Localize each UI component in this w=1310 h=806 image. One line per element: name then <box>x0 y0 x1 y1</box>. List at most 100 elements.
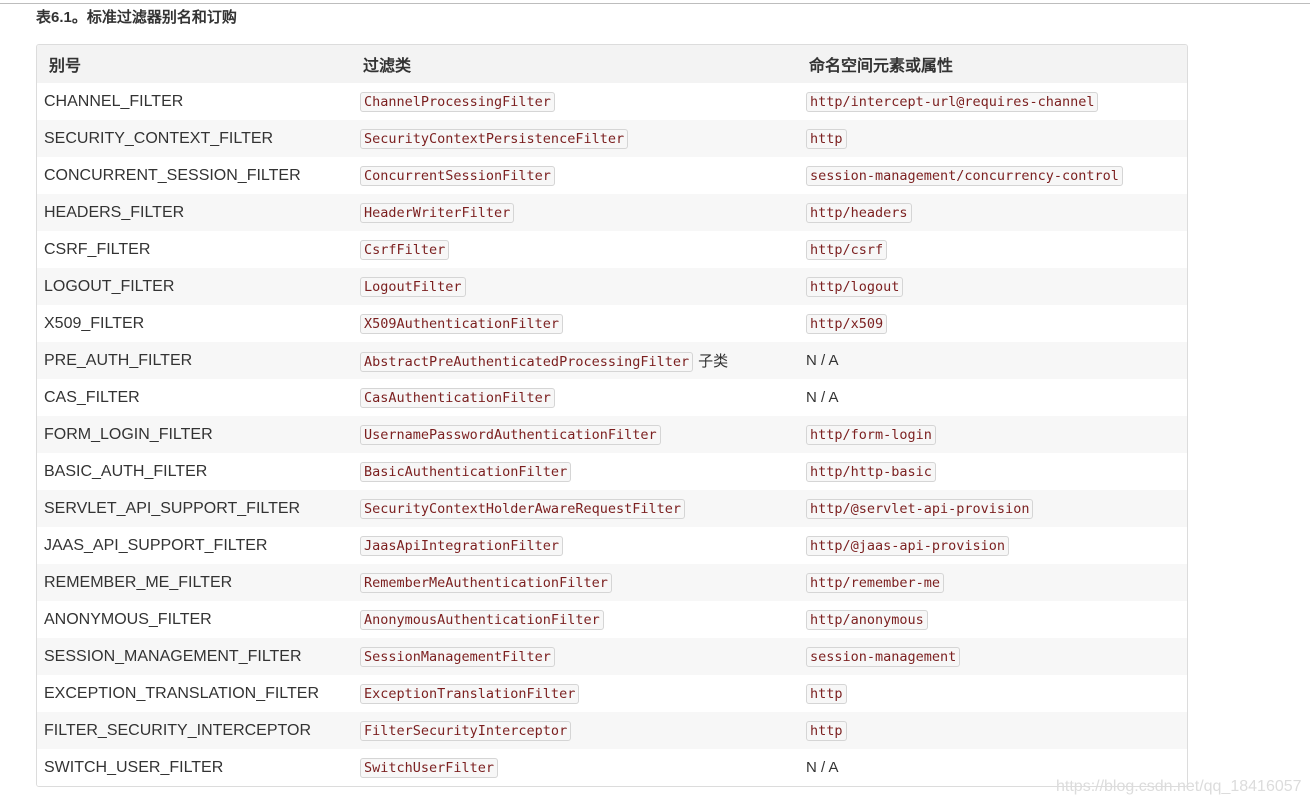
alias-cell: CONCURRENT_SESSION_FILTER <box>37 157 360 194</box>
alias-cell: PRE_AUTH_FILTER <box>37 342 360 379</box>
filter-class-cell: UsernamePasswordAuthenticationFilter <box>360 416 806 453</box>
namespace-code: session-management/concurrency-control <box>806 165 1123 186</box>
filter-class-code: RememberMeAuthenticationFilter <box>360 572 612 593</box>
filter-class-cell: X509AuthenticationFilter <box>360 305 806 342</box>
filter-class-code: FilterSecurityInterceptor <box>360 720 572 741</box>
filter-class-cell: SecurityContextPersistenceFilter <box>360 120 806 157</box>
table-row: CAS_FILTER CasAuthenticationFilter N / A <box>37 379 1187 416</box>
table-row: CONCURRENT_SESSION_FILTER ConcurrentSessi… <box>37 157 1187 194</box>
table-caption: 表6.1。标准过滤器别名和订购 <box>36 9 237 26</box>
filter-class-cell: CsrfFilter <box>360 231 806 268</box>
filter-class-code: UsernamePasswordAuthenticationFilter <box>360 424 661 445</box>
namespace-code: http/@jaas-api-provision <box>806 535 1010 556</box>
namespace-code: http <box>806 720 847 741</box>
table-row: EXCEPTION_TRANSLATION_FILTER ExceptionTra… <box>37 675 1187 712</box>
filter-class-code: AnonymousAuthenticationFilter <box>360 609 604 630</box>
alias-cell: CAS_FILTER <box>37 379 360 416</box>
filter-class-cell: AnonymousAuthenticationFilter <box>360 601 806 638</box>
alias-cell: SESSION_MANAGEMENT_FILTER <box>37 638 360 675</box>
alias-cell: ANONYMOUS_FILTER <box>37 601 360 638</box>
namespace-code: http <box>806 128 847 149</box>
header-alias: 别号 <box>37 45 360 83</box>
filter-class-code: ConcurrentSessionFilter <box>360 165 555 186</box>
filter-class-code: SecurityContextHolderAwareRequestFilter <box>360 498 685 519</box>
namespace-cell: session-management <box>806 638 1187 675</box>
table-row: LOGOUT_FILTER LogoutFilter http/logout <box>37 268 1187 305</box>
namespace-cell: http/@jaas-api-provision <box>806 527 1187 564</box>
table-row: SERVLET_API_SUPPORT_FILTER SecurityContex… <box>37 490 1187 527</box>
alias-cell: HEADERS_FILTER <box>37 194 360 231</box>
table-row: JAAS_API_SUPPORT_FILTER JaasApiIntegratio… <box>37 527 1187 564</box>
alias-cell: CSRF_FILTER <box>37 231 360 268</box>
alias-cell: REMEMBER_ME_FILTER <box>37 564 360 601</box>
namespace-code: http <box>806 683 847 704</box>
namespace-code: http/intercept-url@requires-channel <box>806 91 1099 112</box>
filter-alias-table: 别号 过滤类 命名空间元素或属性 CHANNEL_FILTER ChannelPr… <box>36 44 1188 787</box>
filter-class-code: ChannelProcessingFilter <box>360 91 555 112</box>
filter-class-cell: ConcurrentSessionFilter <box>360 157 806 194</box>
filter-class-cell: JaasApiIntegrationFilter <box>360 527 806 564</box>
filter-class-code: JaasApiIntegrationFilter <box>360 535 564 556</box>
header-filter-class: 过滤类 <box>360 45 806 83</box>
filter-class-code: BasicAuthenticationFilter <box>360 461 572 482</box>
filter-class-cell: AbstractPreAuthenticatedProcessingFilter… <box>360 342 806 379</box>
namespace-code: http/csrf <box>806 239 888 260</box>
filter-class-code: CsrfFilter <box>360 239 450 260</box>
alias-cell: FILTER_SECURITY_INTERCEPTOR <box>37 712 360 749</box>
filter-class-cell: SecurityContextHolderAwareRequestFilter <box>360 490 806 527</box>
alias-cell: LOGOUT_FILTER <box>37 268 360 305</box>
namespace-code: http/anonymous <box>806 609 928 630</box>
filter-class-cell: FilterSecurityInterceptor <box>360 712 806 749</box>
namespace-na: N / A <box>806 351 839 369</box>
namespace-cell: http/anonymous <box>806 601 1187 638</box>
alias-cell: JAAS_API_SUPPORT_FILTER <box>37 527 360 564</box>
namespace-code: http/remember-me <box>806 572 945 593</box>
filter-class-code: X509AuthenticationFilter <box>360 313 564 334</box>
namespace-na: N / A <box>806 758 839 776</box>
table-row: CHANNEL_FILTER ChannelProcessingFilter htt… <box>37 83 1187 120</box>
filter-class-code: ExceptionTranslationFilter <box>360 683 580 704</box>
table-row: FILTER_SECURITY_INTERCEPTOR FilterSecurit… <box>37 712 1187 749</box>
namespace-cell: http/x509 <box>806 305 1187 342</box>
filter-class-cell: SessionManagementFilter <box>360 638 806 675</box>
table-row: SECURITY_CONTEXT_FILTER SecurityContextPe… <box>37 120 1187 157</box>
table-row: FORM_LOGIN_FILTER UsernamePasswordAuthent… <box>37 416 1187 453</box>
namespace-code: http/@servlet-api-provision <box>806 498 1034 519</box>
namespace-code: http/form-login <box>806 424 936 445</box>
namespace-cell: http/remember-me <box>806 564 1187 601</box>
filter-class-cell: SwitchUserFilter <box>360 749 806 786</box>
namespace-cell: N / A <box>806 379 1187 416</box>
namespace-cell: http/http-basic <box>806 453 1187 490</box>
namespace-cell: N / A <box>806 342 1187 379</box>
filter-class-code: SwitchUserFilter <box>360 757 499 778</box>
namespace-cell: http/intercept-url@requires-channel <box>806 83 1187 120</box>
namespace-cell: http <box>806 120 1187 157</box>
filter-class-code: SecurityContextPersistenceFilter <box>360 128 629 149</box>
namespace-code: http/http-basic <box>806 461 936 482</box>
watermark: https://blog.csdn.net/qq_18416057 <box>1056 778 1302 795</box>
table-row: PRE_AUTH_FILTER AbstractPreAuthenticatedP… <box>37 342 1187 379</box>
filter-class-cell: ChannelProcessingFilter <box>360 83 806 120</box>
namespace-code: session-management <box>806 646 961 667</box>
namespace-cell: http/logout <box>806 268 1187 305</box>
alias-cell: FORM_LOGIN_FILTER <box>37 416 360 453</box>
table-row: X509_FILTER X509AuthenticationFilter http/… <box>37 305 1187 342</box>
filter-class-suffix: 子类 <box>698 353 729 370</box>
table-header-row: 别号 过滤类 命名空间元素或属性 <box>37 45 1187 83</box>
table-row: SESSION_MANAGEMENT_FILTER SessionManageme… <box>37 638 1187 675</box>
namespace-code: http/x509 <box>806 313 888 334</box>
alias-cell: SWITCH_USER_FILTER <box>37 749 360 786</box>
table-row: CSRF_FILTER CsrfFilter http/csrf <box>37 231 1187 268</box>
filter-class-cell: LogoutFilter <box>360 268 806 305</box>
table-row: REMEMBER_ME_FILTER RememberMeAuthenticati… <box>37 564 1187 601</box>
table-row: SWITCH_USER_FILTER SwitchUserFilter N / A <box>37 749 1187 786</box>
namespace-cell: http/headers <box>806 194 1187 231</box>
alias-cell: EXCEPTION_TRANSLATION_FILTER <box>37 675 360 712</box>
filter-class-cell: CasAuthenticationFilter <box>360 379 806 416</box>
top-divider <box>0 0 1310 4</box>
alias-cell: CHANNEL_FILTER <box>37 83 360 120</box>
filter-class-code: SessionManagementFilter <box>360 646 555 667</box>
filter-class-cell: ExceptionTranslationFilter <box>360 675 806 712</box>
namespace-code: http/headers <box>806 202 912 223</box>
namespace-cell: session-management/concurrency-control <box>806 157 1187 194</box>
